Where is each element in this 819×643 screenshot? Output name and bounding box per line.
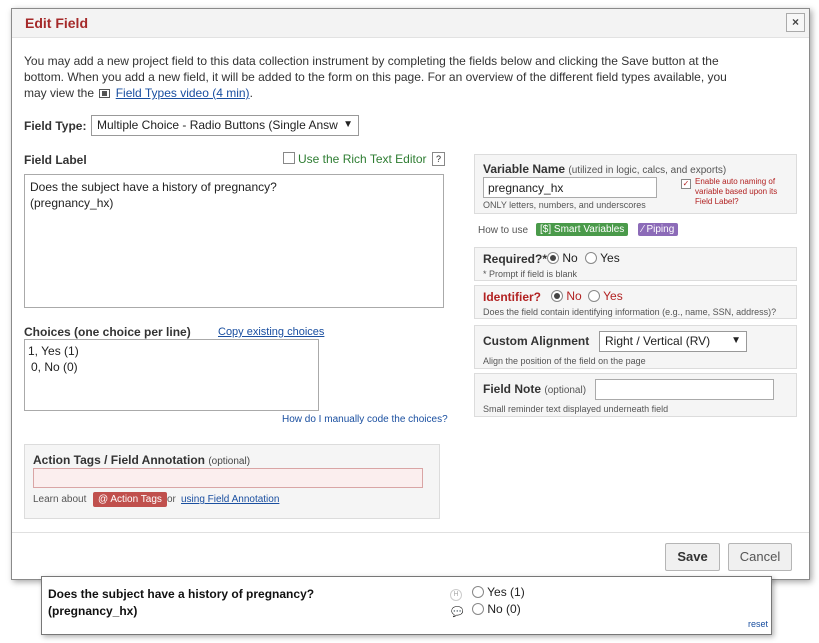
identifier-no-option[interactable]: No	[551, 289, 582, 303]
identifier-no-radio[interactable]	[551, 289, 563, 302]
history-icon: H	[450, 589, 462, 601]
auto-name-checkbox[interactable]: ✓	[681, 179, 691, 189]
identifier-label: Identifier?	[483, 290, 542, 304]
field-label-textarea[interactable]: Does the subject have a history of pregn…	[24, 174, 444, 308]
variable-name-label: Variable Name	[483, 162, 566, 176]
intro-end: .	[249, 86, 253, 100]
action-tags-label: Action Tags / Field Annotation	[33, 453, 205, 467]
variable-name-rule: ONLY letters, numbers, and underscores	[483, 200, 646, 210]
learn-about-text: Learn about	[33, 494, 87, 505]
identifier-no-label: No	[566, 289, 582, 303]
field-note-note: Small reminder text displayed underneath…	[483, 404, 669, 414]
cancel-button[interactable]: Cancel	[728, 543, 792, 571]
alignment-select[interactable]: Right / Vertical (RV) ▼	[599, 331, 747, 352]
chevron-down-icon: ▼	[731, 335, 741, 346]
variable-name-hint: (utilized in logic, calcs, and exports)	[568, 165, 727, 176]
footer-divider	[12, 532, 809, 533]
required-note: * Prompt if field is blank	[483, 269, 578, 279]
field-type-select[interactable]: Multiple Choice - Radio Buttons (Single …	[91, 115, 359, 136]
field-type-label: Field Type:	[24, 119, 87, 133]
copy-choices-link[interactable]: Copy existing choices	[218, 326, 324, 338]
dialog-titlebar[interactable]: Edit Field ×	[12, 9, 809, 38]
preview-option-yes[interactable]: Yes (1)	[472, 585, 525, 599]
identifier-yes-radio[interactable]	[588, 289, 600, 302]
reset-link[interactable]: reset	[748, 619, 768, 629]
action-tags-panel: Action Tags / Field Annotation (optional…	[24, 444, 440, 519]
auto-name-label: Enable auto naming of variable based upo…	[695, 177, 778, 206]
identifier-panel: Identifier? No Yes Does the field contai…	[474, 285, 797, 319]
required-label: Required?*	[483, 252, 548, 266]
alignment-value: Right / Vertical (RV)	[605, 334, 711, 348]
field-preview: Does the subject have a history of pregn…	[41, 576, 772, 635]
field-label-line2: (pregnancy_hx)	[30, 196, 114, 210]
required-panel: Required?* No Yes * Prompt if field is b…	[474, 247, 797, 281]
intro-text: You may add a new project field to this …	[24, 53, 744, 101]
variable-name-input[interactable]: pregnancy_hx	[483, 177, 657, 198]
choices-textarea[interactable]: 1, Yes (1) 0, No (0)	[24, 339, 319, 411]
rich-text-checkbox[interactable]	[283, 152, 295, 164]
manual-code-link[interactable]: How do I manually code the choices?	[282, 414, 448, 425]
preview-yes-radio[interactable]	[472, 585, 484, 598]
alignment-label: Custom Alignment	[483, 334, 590, 348]
close-button[interactable]: ×	[786, 13, 805, 32]
field-types-video-link[interactable]: Field Types video (4 min)	[116, 86, 250, 100]
or-text: or	[167, 494, 176, 505]
piping-button[interactable]: ⁄ Piping	[638, 223, 679, 236]
alignment-panel: Custom Alignment Right / Vertical (RV) ▼…	[474, 325, 797, 369]
required-yes-label: Yes	[600, 251, 620, 265]
smart-variables-button[interactable]: [$] Smart Variables	[536, 223, 629, 236]
chevron-down-icon: ▼	[343, 119, 353, 130]
preview-no-label: No (0)	[487, 602, 521, 616]
identifier-note: Does the field contain identifying infor…	[483, 307, 777, 317]
field-note-heading: Field Note (optional)	[483, 382, 586, 396]
required-yes-option[interactable]: Yes	[585, 251, 620, 265]
alignment-note: Align the position of the field on the p…	[483, 356, 646, 366]
dialog-title: Edit Field	[25, 15, 88, 31]
choices-heading: Choices (one choice per line)	[24, 325, 191, 339]
choice-line1: 1, Yes (1)	[28, 344, 79, 358]
video-icon	[99, 89, 111, 98]
field-annotation-link[interactable]: using Field Annotation	[181, 494, 279, 505]
required-yes-radio[interactable]	[585, 251, 597, 264]
variable-name-heading: Variable Name (utilized in logic, calcs,…	[483, 162, 726, 176]
preview-yes-label: Yes (1)	[487, 585, 525, 599]
preview-variable: (pregnancy_hx)	[48, 604, 138, 618]
choice-line2: 0, No (0)	[31, 360, 78, 374]
required-no-radio[interactable]	[547, 251, 559, 264]
comment-icon: 💬	[451, 607, 464, 618]
action-tags-heading: Action Tags / Field Annotation (optional…	[33, 453, 250, 467]
help-icon[interactable]: ?	[432, 152, 445, 166]
piping-label: Piping	[646, 224, 675, 235]
required-no-option[interactable]: No	[547, 251, 578, 265]
variable-name-panel: Variable Name (utilized in logic, calcs,…	[474, 154, 797, 214]
identifier-yes-label: Yes	[603, 289, 623, 303]
how-to-use-label: How to use	[478, 225, 529, 236]
edit-field-dialog: Edit Field × You may add a new project f…	[11, 8, 810, 580]
field-note-optional: (optional)	[544, 385, 587, 396]
field-label-heading: Field Label	[24, 153, 87, 167]
identifier-yes-option[interactable]: Yes	[588, 289, 623, 303]
field-note-panel: Field Note (optional) Small reminder tex…	[474, 373, 797, 417]
preview-question: Does the subject have a history of pregn…	[48, 587, 315, 601]
field-note-label: Field Note	[483, 382, 542, 396]
rich-text-label[interactable]: Use the Rich Text Editor	[298, 152, 427, 166]
save-button[interactable]: Save	[665, 543, 720, 571]
preview-option-no[interactable]: No (0)	[472, 602, 521, 616]
field-note-input[interactable]	[595, 379, 774, 400]
action-tags-button[interactable]: @ Action Tags	[93, 492, 167, 507]
action-tags-input[interactable]	[33, 468, 423, 488]
field-label-line1: Does the subject have a history of pregn…	[30, 180, 277, 194]
field-type-value: Multiple Choice - Radio Buttons (Single …	[97, 118, 338, 132]
required-no-label: No	[562, 251, 578, 265]
action-tags-optional: (optional)	[208, 456, 251, 467]
preview-no-radio[interactable]	[472, 602, 484, 615]
